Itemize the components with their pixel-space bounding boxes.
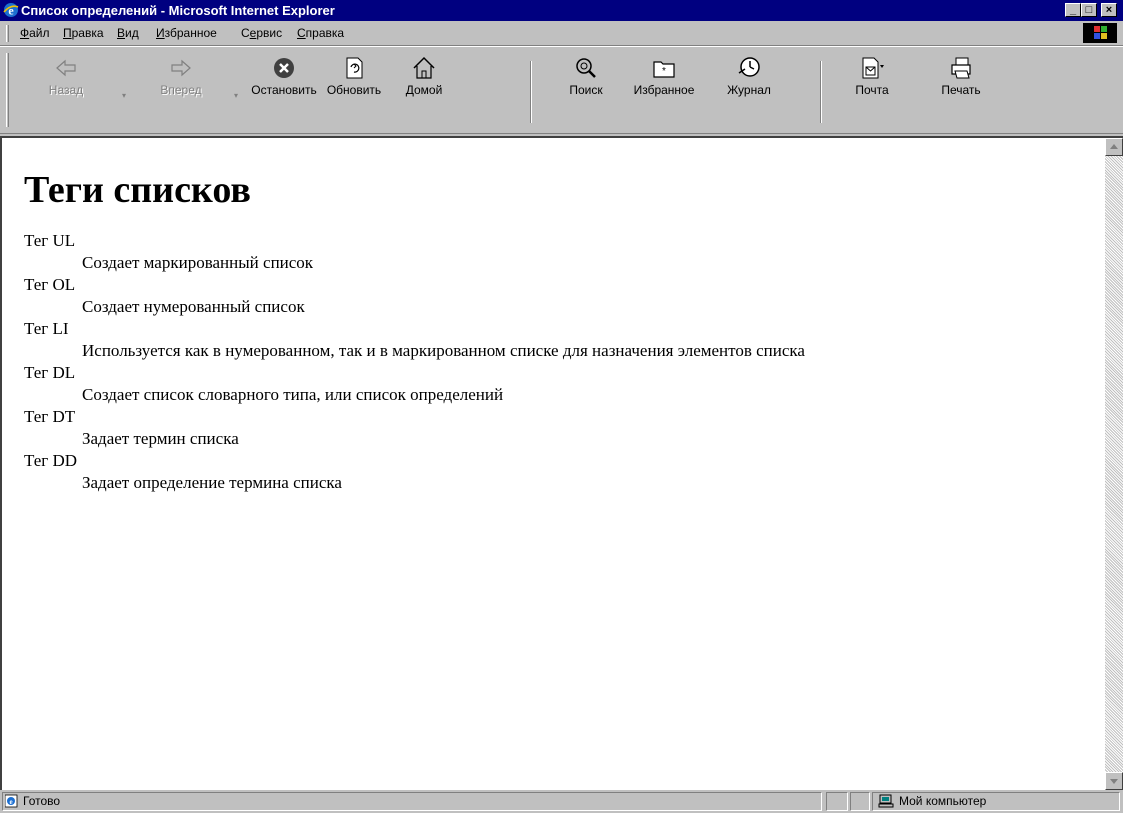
forward-dropdown-icon[interactable]: ▾ bbox=[234, 91, 238, 100]
vertical-scrollbar[interactable] bbox=[1105, 138, 1123, 790]
windows-flag-icon bbox=[1094, 26, 1108, 40]
menu-grip[interactable] bbox=[6, 25, 9, 42]
printer-icon bbox=[951, 57, 971, 79]
home-button[interactable]: Домой bbox=[388, 53, 460, 129]
search-icon bbox=[576, 58, 596, 78]
page-heading: Теги списков bbox=[24, 169, 251, 211]
status-pane bbox=[826, 792, 848, 811]
page-status-icon: e bbox=[4, 794, 19, 813]
ie-logo-icon: e bbox=[3, 2, 19, 18]
stop-icon bbox=[274, 58, 294, 78]
scroll-up-button[interactable] bbox=[1105, 138, 1123, 156]
forward-button[interactable]: Вперед bbox=[145, 53, 217, 129]
security-zone-label: Мой компьютер bbox=[899, 794, 987, 808]
scroll-down-button[interactable] bbox=[1105, 772, 1123, 790]
stop-button[interactable]: Остановить bbox=[248, 53, 320, 129]
definition-term: Тег DL bbox=[24, 363, 76, 382]
history-button[interactable]: Журнал bbox=[713, 53, 785, 129]
refresh-icon bbox=[346, 57, 363, 79]
toolbar-separator bbox=[820, 61, 822, 123]
back-button[interactable]: Назад bbox=[30, 53, 102, 129]
definition-description: Используется как в нумерованном, так и в… bbox=[82, 341, 805, 360]
toolbar-separator bbox=[530, 61, 532, 123]
minimize-button[interactable]: _ bbox=[1065, 3, 1081, 17]
definition-term: Тег LI bbox=[24, 319, 69, 338]
home-icon bbox=[413, 56, 435, 79]
menu-edit[interactable]: Правка bbox=[63, 25, 104, 41]
activity-indicator bbox=[1083, 23, 1117, 43]
svg-text:e: e bbox=[9, 798, 12, 806]
status-bar: e Готово Мой компьютер bbox=[0, 790, 1123, 812]
menu-tools[interactable]: Сервис bbox=[241, 25, 282, 41]
computer-icon bbox=[878, 794, 894, 813]
definition-description: Задает термин списка bbox=[82, 429, 239, 448]
definition-description: Создает маркированный список bbox=[82, 253, 314, 272]
up-arrow-icon bbox=[1110, 144, 1118, 149]
window-title: Список определений - Microsoft Internet … bbox=[21, 3, 335, 18]
page-content: Теги списков Тег UL Создает маркированны… bbox=[24, 168, 805, 494]
definition-description: Задает определение термина списка bbox=[82, 473, 342, 492]
zone-pane: Мой компьютер bbox=[872, 792, 1120, 811]
definition-description: Создает нумерованный список bbox=[82, 297, 305, 316]
menu-favorites[interactable]: Избранное bbox=[156, 25, 217, 41]
definition-list: Тег UL Создает маркированный список Тег … bbox=[24, 230, 805, 494]
maximize-button[interactable]: □ bbox=[1081, 3, 1097, 17]
status-text-pane: e Готово bbox=[2, 792, 822, 811]
refresh-button[interactable]: Обновить bbox=[318, 53, 390, 129]
menu-help[interactable]: Справка bbox=[297, 25, 344, 41]
status-pane bbox=[850, 792, 870, 811]
favorites-folder-icon: * bbox=[653, 61, 675, 78]
definition-description: Создает список словарного типа, или спис… bbox=[82, 385, 504, 404]
mail-button[interactable]: Почта bbox=[836, 53, 908, 129]
standard-toolbar: Назад ▾ Вперед ▾ Остановить Обновить Дом… bbox=[0, 46, 1123, 134]
title-bar[interactable]: e Список определений - Microsoft Interne… bbox=[0, 0, 1123, 21]
down-arrow-icon bbox=[1110, 779, 1118, 784]
back-dropdown-icon[interactable]: ▾ bbox=[122, 91, 126, 100]
svg-text:*: * bbox=[662, 66, 666, 77]
definition-term: Тег DD bbox=[24, 451, 78, 470]
definition-term: Тег UL bbox=[24, 231, 76, 250]
toolbar-grip[interactable] bbox=[6, 53, 9, 127]
favorites-button[interactable]: * Избранное bbox=[628, 53, 700, 129]
history-icon bbox=[738, 57, 760, 77]
page-viewport[interactable]: Теги списков Тег UL Создает маркированны… bbox=[0, 136, 1123, 790]
definition-term: Тег DT bbox=[24, 407, 76, 426]
status-text: Готово bbox=[23, 794, 61, 808]
print-button[interactable]: Печать bbox=[925, 53, 997, 129]
menu-view[interactable]: Вид bbox=[117, 25, 139, 41]
back-arrow-icon bbox=[56, 59, 76, 77]
forward-arrow-icon bbox=[171, 59, 191, 77]
mail-icon bbox=[862, 57, 884, 79]
close-button[interactable]: × bbox=[1101, 3, 1117, 17]
menu-bar: Файл Правка Вид Избранное Сервис Справка bbox=[0, 21, 1123, 46]
search-button[interactable]: Поиск bbox=[550, 53, 622, 129]
menu-file[interactable]: Файл bbox=[20, 25, 50, 41]
definition-term: Тег OL bbox=[24, 275, 76, 294]
